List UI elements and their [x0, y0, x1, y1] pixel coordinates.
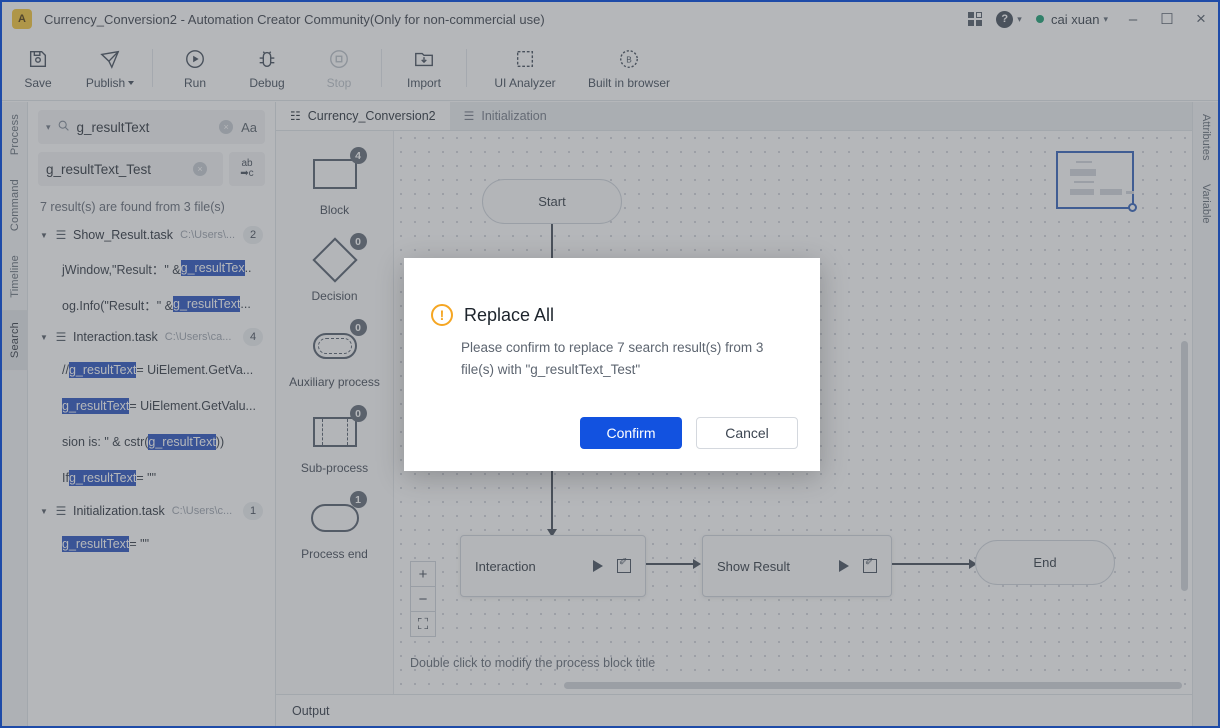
dialog-title: Replace All	[464, 304, 555, 325]
cancel-button[interactable]: Cancel	[696, 417, 798, 449]
application-window: A Currency_Conversion2 - Automation Crea…	[0, 0, 1220, 728]
dialog-message: Please confirm to replace 7 search resul…	[461, 340, 764, 377]
replace-all-dialog: ! Replace All Please confirm to replace …	[404, 258, 820, 471]
confirm-button[interactable]: Confirm	[580, 417, 682, 449]
warning-icon: !	[431, 304, 453, 326]
dialog-actions: Confirm Cancel	[580, 417, 798, 449]
dialog-header: ! Replace All	[404, 258, 820, 326]
